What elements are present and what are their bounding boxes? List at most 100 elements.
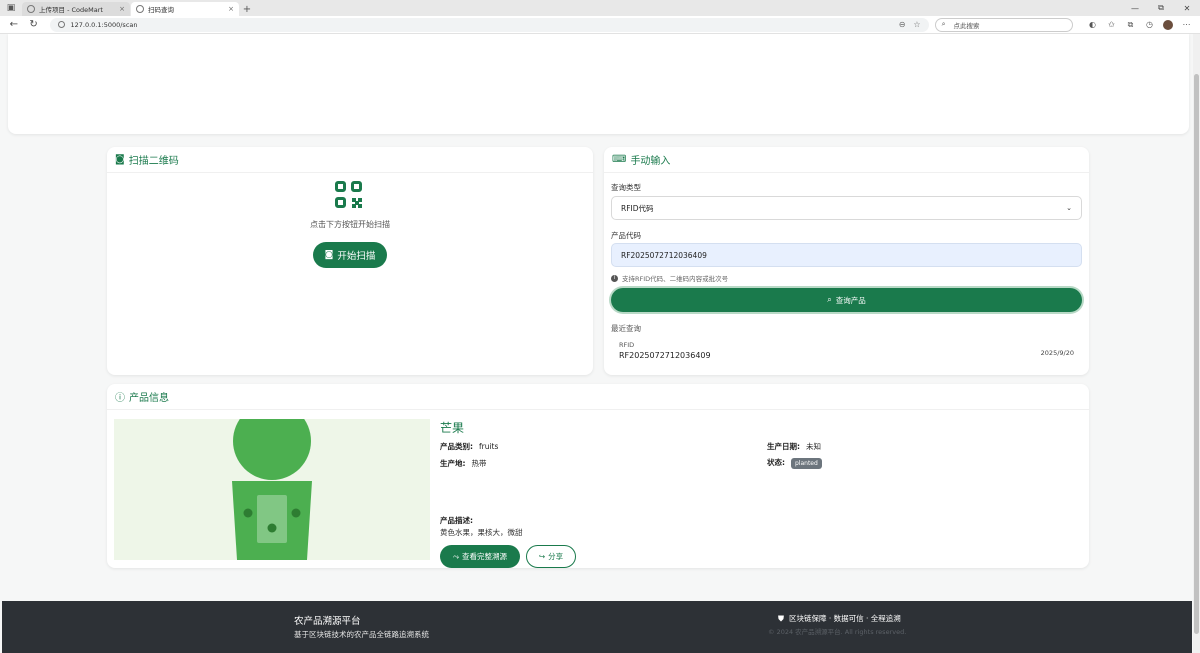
info-circle-icon: ⓘ xyxy=(115,393,125,404)
manual-input-card: ⌨ 手动输入 查询类型 RFID代码 ⌄ 产品代码 RF202507271203… xyxy=(604,147,1089,375)
refresh-button[interactable]: ↻ xyxy=(24,19,44,30)
extensions-icon[interactable]: ◐ xyxy=(1083,20,1102,29)
footer-subtitle: 基于区块链技术的农产品全链路追溯系统 xyxy=(294,630,429,639)
product-info-card: ⓘ 产品信息 芒果 产品类别: fruits 生产地: 热带 生产日期: 未知 状态:… xyxy=(107,384,1089,568)
browser-toolbar: ◐ ✩ ⧉ ◷ ⋯ xyxy=(1083,19,1196,30)
recent-query-type: RFID xyxy=(619,341,635,349)
footer-brand: 农产品溯源平台 xyxy=(294,616,361,627)
product-code-label: 产品代码 xyxy=(611,231,641,240)
query-product-button[interactable]: ⌕ 查询产品 xyxy=(611,288,1082,312)
qrcode-icon xyxy=(335,181,363,209)
share-label: 分享 xyxy=(548,552,564,561)
route-icon: ⤳ xyxy=(453,551,459,561)
recent-query-code: RF2025072712036409 xyxy=(619,351,711,360)
status-label: 状态: xyxy=(767,458,785,467)
help-text: i 支持RFID代码、二维码内容或批次号 xyxy=(611,273,728,283)
description-text: 黄色水果，果核大，微甜 xyxy=(440,528,523,537)
product-origin: 生产地: 热带 xyxy=(440,458,487,469)
date-value: 未知 xyxy=(806,442,821,451)
favorite-star-icon[interactable]: ☆ xyxy=(913,20,920,29)
close-icon[interactable]: × xyxy=(228,5,234,13)
view-trace-button[interactable]: ⤳ 查看完整溯源 xyxy=(440,545,520,568)
back-button[interactable]: ← xyxy=(4,19,24,30)
url-field[interactable]: 127.0.0.1:5000/scan ⊖ ☆ xyxy=(49,17,929,32)
query-type-label: 查询类型 xyxy=(611,183,641,192)
camera-icon: ◙ xyxy=(115,154,125,165)
keyboard-icon: ⌨ xyxy=(612,154,627,165)
browser-search-input[interactable]: ⌕ 点此搜索 xyxy=(934,17,1073,32)
tab-codemart[interactable]: 上传项目 - CodeMart × xyxy=(22,2,130,16)
browser-addressbar: ← ↻ 127.0.0.1:5000/scan ⊖ ☆ ⌕ 点此搜索 ◐ ✩ ⧉… xyxy=(0,16,1200,34)
card-header: ⓘ 产品信息 xyxy=(107,384,1089,410)
search-icon: ⌕ xyxy=(941,20,946,28)
help-text-content: 支持RFID代码、二维码内容或批次号 xyxy=(622,275,729,283)
top-card xyxy=(8,34,1189,134)
description-label: 产品描述: xyxy=(440,516,473,525)
minimize-button[interactable]: — xyxy=(1122,4,1148,13)
reader-icon[interactable]: ⊖ xyxy=(899,20,906,29)
mango-illustration xyxy=(232,419,312,560)
product-category: 产品类别: fruits xyxy=(440,441,498,452)
start-scan-label: 开始扫描 xyxy=(337,251,376,262)
share-button[interactable]: ↪ 分享 xyxy=(526,545,576,568)
close-window-button[interactable]: ✕ xyxy=(1174,4,1200,13)
recent-queries-label: 最近查询 xyxy=(611,324,641,333)
product-status: 状态: planted xyxy=(767,457,822,469)
shield-icon: ⛊ xyxy=(778,613,784,623)
more-menu-icon[interactable]: ⋯ xyxy=(1177,20,1196,29)
query-type-value: RFID代码 xyxy=(621,203,654,213)
footer-copyright: © 2024 农产品溯源平台. All rights reserved. xyxy=(768,628,907,636)
page-footer: 农产品溯源平台 基于区块链技术的农产品全链路追溯系统 ⛊ 区块链保障 · 数据可… xyxy=(2,601,1192,653)
card-header: ⌨ 手动输入 xyxy=(604,147,1089,173)
site-info-icon[interactable] xyxy=(57,21,65,28)
browser-tabstrip: ▣ 上传项目 - CodeMart × 扫码查询 × + — ⧉ ✕ xyxy=(0,0,1200,16)
close-icon[interactable]: × xyxy=(119,5,125,13)
query-product-label: 查询产品 xyxy=(835,295,866,305)
recent-query-date: 2025/9/20 xyxy=(1040,349,1074,357)
product-name: 芒果 xyxy=(440,421,465,435)
production-date: 生产日期: 未知 xyxy=(767,441,821,452)
view-trace-label: 查看完整溯源 xyxy=(462,552,507,561)
camera-icon: ◙ xyxy=(324,250,334,260)
info-icon: i xyxy=(611,274,618,282)
globe-icon xyxy=(27,5,35,13)
window-controls: — ⧉ ✕ xyxy=(1122,0,1200,16)
start-scan-button[interactable]: ◙ 开始扫描 xyxy=(313,242,387,268)
footer-features: ⛊ 区块链保障 · 数据可信 · 全程追溯 xyxy=(778,613,901,624)
footer-features-text: 区块链保障 · 数据可信 · 全程追溯 xyxy=(789,614,901,623)
product-image xyxy=(114,419,430,560)
profile-avatar[interactable] xyxy=(1163,19,1173,30)
card-header: ◙ 扫描二维码 xyxy=(107,147,593,173)
restore-button[interactable]: ⧉ xyxy=(1148,3,1174,13)
url-text: 127.0.0.1:5000/scan xyxy=(70,20,138,29)
scan-qr-card: ◙ 扫描二维码 点击下方按钮开始扫描 ◙ 开始扫描 xyxy=(107,147,593,375)
category-label: 产品类别: xyxy=(440,442,473,451)
page-viewport: ◙ 扫描二维码 点击下方按钮开始扫描 ◙ 开始扫描 ⌨ 手动输入 查询类型 RF… xyxy=(0,34,1200,653)
query-type-select[interactable]: RFID代码 ⌄ xyxy=(611,196,1082,220)
origin-label: 生产地: xyxy=(440,459,466,468)
favorites-icon[interactable]: ✩ xyxy=(1102,20,1121,29)
history-icon[interactable]: ◷ xyxy=(1140,20,1159,29)
card-title: 产品信息 xyxy=(129,393,169,404)
scan-hint: 点击下方按钮开始扫描 xyxy=(310,220,390,229)
tab-title: 上传项目 - CodeMart xyxy=(39,6,103,14)
card-title: 手动输入 xyxy=(630,156,671,167)
share-icon: ↪ xyxy=(538,552,546,561)
category-value: fruits xyxy=(479,442,499,451)
search-placeholder: 点此搜索 xyxy=(953,21,980,30)
scrollbar-thumb[interactable] xyxy=(1194,74,1199,634)
recent-query-item[interactable]: RFID RF2025072712036409 2025/9/20 xyxy=(611,337,1082,369)
window-menu-icon[interactable]: ▣ xyxy=(0,0,22,16)
status-badge: planted xyxy=(791,458,822,469)
product-code-input[interactable]: RF2025072712036409 xyxy=(611,243,1082,267)
tab-title: 扫码查询 xyxy=(148,6,174,14)
new-tab-button[interactable]: + xyxy=(240,2,254,16)
product-code-value: RF2025072712036409 xyxy=(621,250,707,260)
globe-icon xyxy=(136,5,144,13)
date-label: 生产日期: xyxy=(767,442,800,451)
card-title: 扫描二维码 xyxy=(128,156,179,167)
origin-value: 热带 xyxy=(471,459,487,468)
collections-icon[interactable]: ⧉ xyxy=(1121,20,1140,30)
page-scrollbar[interactable] xyxy=(1193,34,1200,653)
tab-scan[interactable]: 扫码查询 × xyxy=(131,2,239,16)
